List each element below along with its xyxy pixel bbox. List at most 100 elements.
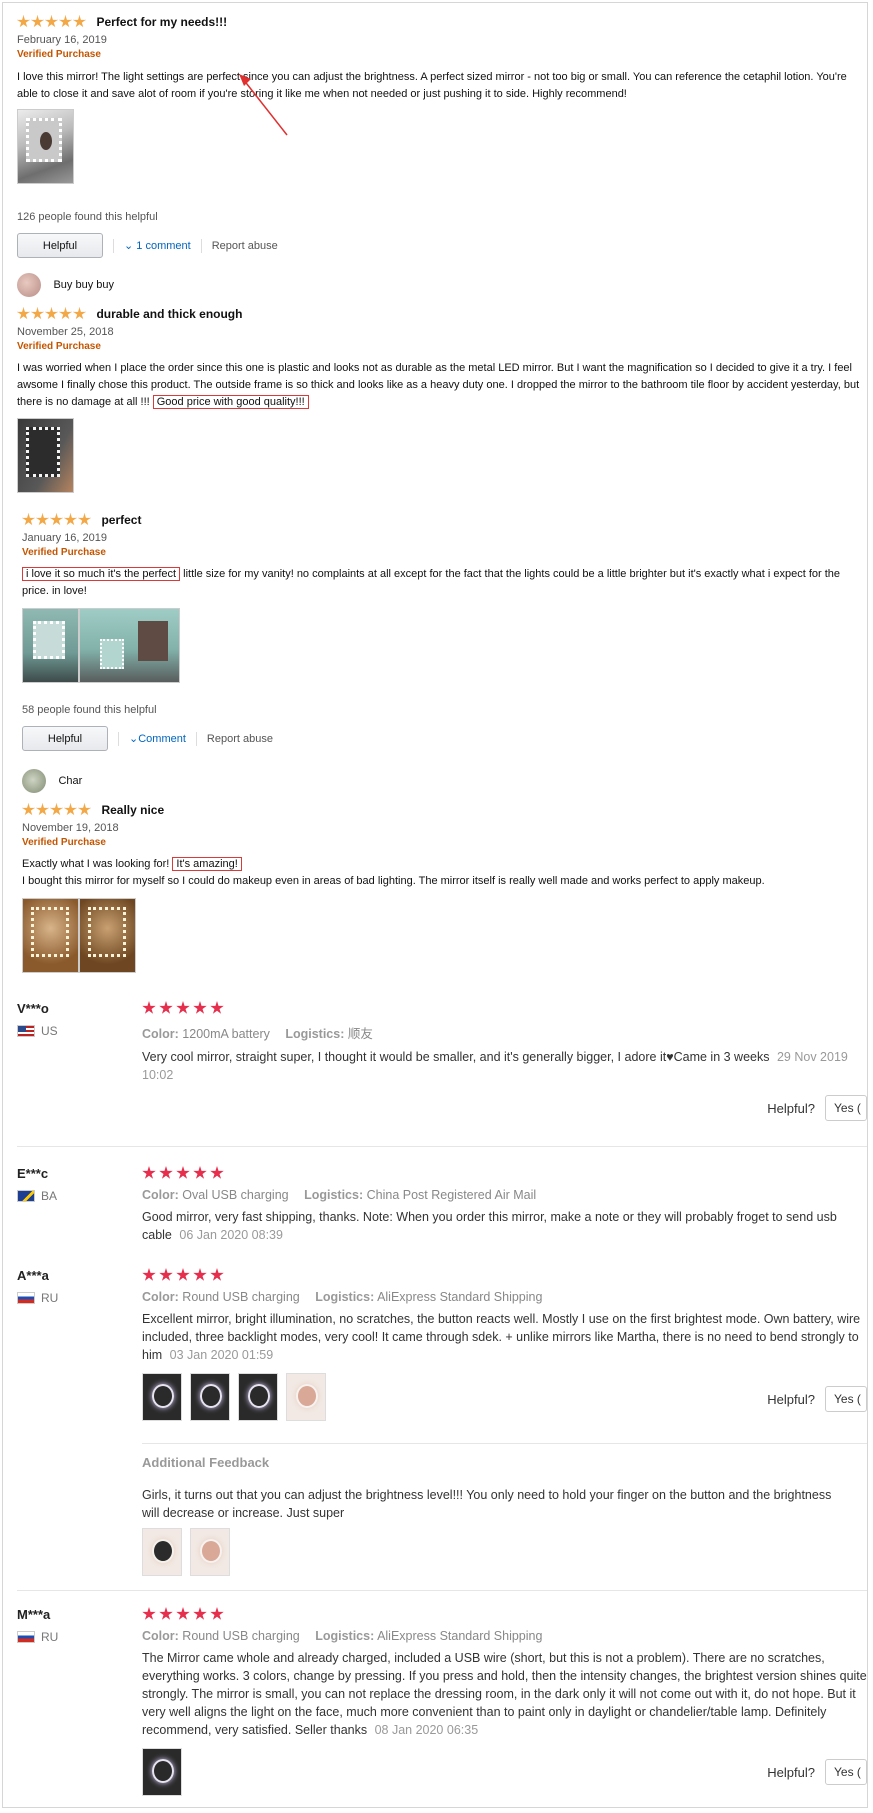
country-code: RU — [41, 1630, 59, 1644]
reviewer-name: E***c — [17, 1166, 49, 1181]
review-title[interactable]: perfect — [101, 513, 141, 527]
comment-link[interactable]: 1 comment — [136, 240, 190, 252]
review-text-body: Very cool mirror, straight super, I thou… — [142, 1050, 770, 1064]
star-rating — [17, 15, 86, 28]
review-image-thumbnail[interactable] — [142, 1748, 182, 1796]
review-image-thumbnail[interactable] — [79, 898, 136, 973]
review-image-thumbnail[interactable] — [22, 898, 79, 973]
star-rating — [142, 1607, 867, 1621]
aliexpress-review: V***o US Color: 1200mA battery Logistics… — [17, 1001, 867, 1147]
logistics-value: AliExpress Standard Shipping — [377, 1290, 543, 1304]
review-body-line: I bought this mirror for myself so I cou… — [22, 875, 765, 887]
star-rating — [142, 1001, 867, 1015]
review-image-thumbnail[interactable] — [190, 1373, 230, 1421]
star-rating — [22, 513, 91, 526]
chevron-down-icon[interactable]: ⌄ — [124, 239, 136, 252]
reviewer-name: V***o — [17, 1001, 49, 1016]
review-image-thumbnail[interactable] — [190, 1528, 230, 1576]
review-body-text: Exactly what I was looking for! — [22, 858, 173, 870]
verified-purchase-badge: Verified Purchase — [17, 49, 101, 60]
review-date: February 16, 2019 — [17, 34, 107, 46]
country-code: US — [41, 1024, 58, 1038]
review-page: Perfect for my needs!!! February 16, 201… — [2, 2, 868, 1808]
review-image-thumbnail[interactable] — [238, 1373, 278, 1421]
review-text: The Mirror came whole and already charge… — [142, 1649, 867, 1739]
reviewer-name: A***a — [17, 1268, 49, 1283]
review-image-thumbnail[interactable] — [22, 608, 79, 683]
review-image-thumbnail[interactable] — [142, 1528, 182, 1576]
helpful-count: 58 people found this helpful — [22, 704, 157, 716]
divider — [200, 238, 202, 253]
amazon-review: Char Really nice November 19, 2018 Verif… — [22, 769, 863, 973]
additional-feedback-heading: Additional Feedback — [142, 1455, 270, 1470]
review-date: November 19, 2018 — [22, 822, 119, 834]
report-abuse-link[interactable]: Report abuse — [212, 240, 278, 252]
logistics-label: Logistics: — [285, 1027, 345, 1041]
color-value: 1200mA battery — [182, 1027, 270, 1041]
review-title[interactable]: durable and thick enough — [96, 307, 242, 321]
review-text-body: The Mirror came whole and already charge… — [142, 1651, 867, 1737]
review-title[interactable]: Perfect for my needs!!! — [96, 15, 227, 29]
aliexpress-review: M***a RU Color: Round USB charging Logis… — [17, 1607, 867, 1807]
review-image-thumbnail[interactable] — [17, 418, 74, 493]
reviewer-name[interactable]: Char — [58, 775, 82, 787]
review-date: 06 Jan 2020 08:39 — [179, 1228, 283, 1242]
amazon-review: Perfect for my needs!!! February 16, 201… — [17, 13, 863, 258]
annotation-arrow — [239, 74, 288, 136]
yes-button[interactable]: Yes ( — [825, 1386, 867, 1412]
avatar[interactable] — [17, 273, 41, 297]
helpful-widget: Helpful? Yes ( — [767, 1759, 867, 1785]
report-abuse-link[interactable]: Report abuse — [207, 733, 273, 745]
review-date: 08 Jan 2020 06:35 — [374, 1723, 479, 1737]
yes-button[interactable]: Yes ( — [825, 1759, 867, 1785]
star-rating — [22, 803, 91, 816]
logistics-label: Logistics: — [315, 1629, 375, 1643]
color-label: Color: — [142, 1027, 179, 1041]
helpful-button[interactable]: Helpful — [17, 233, 103, 258]
highlighted-text: Good price with good quality!!! — [152, 395, 309, 409]
order-attributes: Color: Round USB charging Logistics: Ali… — [142, 1629, 867, 1643]
aliexpress-review: E***c BA Color: Oval USB charging Logist… — [17, 1166, 867, 1256]
helpful-widget: Helpful? Yes ( — [767, 1095, 867, 1121]
comment-link[interactable]: Comment — [138, 733, 186, 745]
helpful-label: Helpful? — [767, 1391, 815, 1407]
helpful-label: Helpful? — [767, 1100, 815, 1116]
review-image-thumbnail[interactable] — [142, 1373, 182, 1421]
color-value: Round USB charging — [182, 1290, 300, 1304]
ru-flag-icon — [17, 1631, 35, 1643]
helpful-label: Helpful? — [767, 1764, 815, 1780]
star-rating — [142, 1166, 867, 1180]
review-image-thumbnail[interactable] — [79, 608, 180, 683]
additional-feedback-text: Girls, it turns out that you can adjust … — [142, 1488, 832, 1520]
amazon-review: perfect January 16, 2019 Verified Purcha… — [22, 511, 863, 751]
logistics-value: AliExpress Standard Shipping — [377, 1629, 543, 1643]
color-label: Color: — [142, 1188, 179, 1202]
reviewer-name: M***a — [17, 1607, 51, 1622]
additional-feedback-images — [142, 1528, 238, 1581]
order-attributes: Color: Oval USB charging Logistics: Chin… — [142, 1188, 867, 1202]
avatar[interactable] — [22, 769, 46, 793]
us-flag-icon — [17, 1025, 35, 1037]
review-text: Excellent mirror, bright illumination, n… — [142, 1310, 867, 1364]
yes-button[interactable]: Yes ( — [825, 1095, 867, 1121]
review-text: Very cool mirror, straight super, I thou… — [142, 1048, 867, 1084]
review-images — [22, 898, 863, 973]
review-text: Good mirror, very fast shipping, thanks.… — [142, 1208, 867, 1244]
review-images — [142, 1373, 867, 1426]
country-code: BA — [41, 1189, 58, 1203]
divider — [113, 238, 114, 253]
review-title[interactable]: Really nice — [101, 803, 164, 817]
review-image-thumbnail[interactable] — [286, 1373, 326, 1421]
order-attributes: Color: 1200mA battery Logistics: 顺友 — [142, 1023, 867, 1042]
review-date: November 25, 2018 — [17, 326, 114, 338]
review-image-thumbnail[interactable] — [17, 109, 74, 184]
review-body: I love this mirror! The light settings a… — [17, 71, 847, 100]
divider — [17, 1590, 867, 1591]
chevron-down-icon[interactable]: ⌄ — [129, 732, 138, 745]
reviewer-name[interactable]: Buy buy buy — [53, 279, 114, 291]
color-value: Round USB charging — [182, 1629, 300, 1643]
helpful-button[interactable]: Helpful — [22, 726, 108, 751]
logistics-label: Logistics: — [304, 1188, 364, 1202]
color-value: Oval USB charging — [182, 1188, 289, 1202]
aliexpress-review: A***a RU Color: Round USB charging Logis… — [17, 1268, 867, 1584]
